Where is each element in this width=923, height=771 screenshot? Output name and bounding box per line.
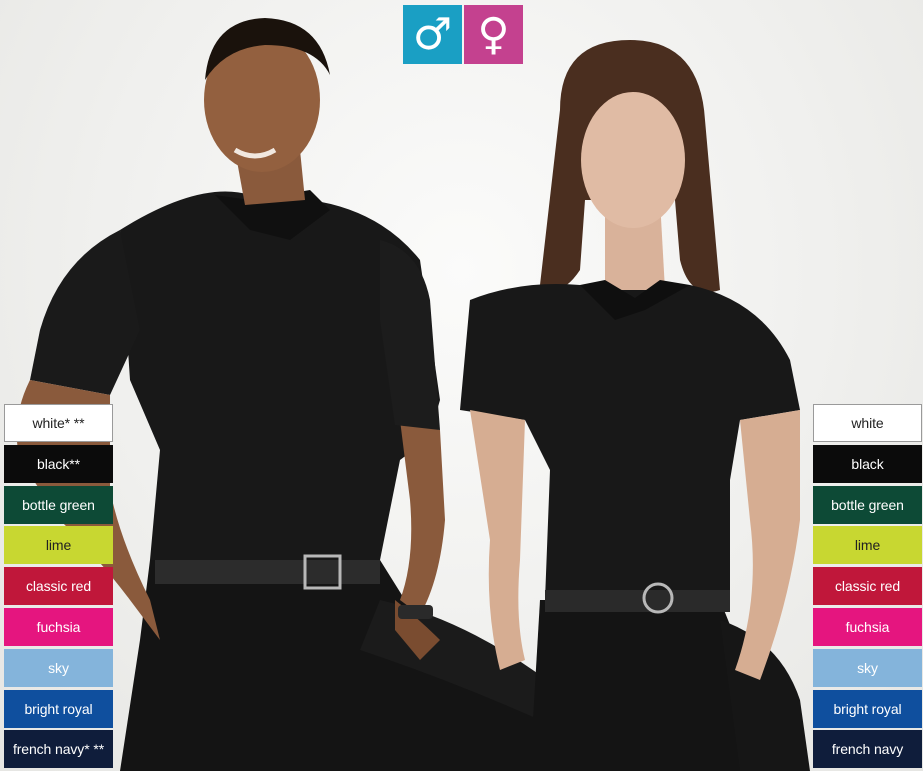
mens-color-list: white* ** black** bottle green lime classic … bbox=[4, 404, 113, 771]
product-photo-stage: ♂ ♀ white* ** black** bottle green lime clas… bbox=[0, 0, 923, 771]
mens-color-swatch-classic-red[interactable]: classic red bbox=[4, 567, 113, 606]
mens-color-swatch-bright-royal[interactable]: bright royal bbox=[4, 689, 113, 728]
product-photo bbox=[16, 18, 810, 771]
womens-color-swatch-sky[interactable]: sky bbox=[813, 648, 922, 687]
womens-color-swatch-lime[interactable]: lime bbox=[813, 526, 922, 565]
female-icon[interactable]: ♀ bbox=[464, 5, 523, 64]
womens-color-swatch-french-navy[interactable]: french navy bbox=[813, 730, 922, 769]
mens-color-swatch-black[interactable]: black** bbox=[4, 444, 113, 483]
womens-color-swatch-fuchsia[interactable]: fuchsia bbox=[813, 607, 922, 646]
womens-color-swatch-bottle-green[interactable]: bottle green bbox=[813, 485, 922, 524]
mens-color-swatch-french-navy[interactable]: french navy* ** bbox=[4, 730, 113, 769]
male-icon[interactable]: ♂ bbox=[403, 5, 462, 64]
womens-color-swatch-classic-red[interactable]: classic red bbox=[813, 567, 922, 606]
womens-color-swatch-bright-royal[interactable]: bright royal bbox=[813, 689, 922, 728]
mens-color-swatch-fuchsia[interactable]: fuchsia bbox=[4, 607, 113, 646]
womens-color-list: white black bottle green lime classic red fuc… bbox=[813, 404, 922, 771]
mens-color-swatch-white[interactable]: white* ** bbox=[4, 404, 113, 442]
mens-color-swatch-bottle-green[interactable]: bottle green bbox=[4, 485, 113, 524]
mens-color-swatch-lime[interactable]: lime bbox=[4, 526, 113, 565]
female-model-figure bbox=[460, 40, 810, 771]
womens-color-swatch-white[interactable]: white bbox=[813, 404, 922, 442]
mens-color-swatch-sky[interactable]: sky bbox=[4, 648, 113, 687]
womens-color-swatch-black[interactable]: black bbox=[813, 444, 922, 483]
